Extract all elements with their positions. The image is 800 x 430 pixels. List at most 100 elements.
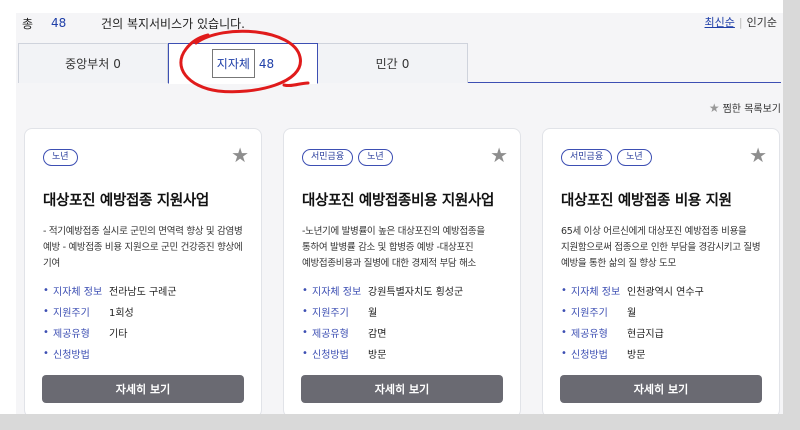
info-key: 신청방법 <box>53 350 90 361</box>
info-row-region: • 지자체 정보 강원특별자치도 횡성군 <box>302 280 510 301</box>
dot-bullet-icon: • <box>302 306 308 317</box>
tab-label: 민간 <box>375 57 398 71</box>
dot-bullet-icon: • <box>43 327 49 338</box>
view-detail-button[interactable]: 자세히 보기 <box>42 375 244 403</box>
dot-bullet-icon: • <box>43 306 49 317</box>
info-row-region: • 지자체 정보 인천광역시 연수구 <box>561 280 769 301</box>
info-key: 지원주기 <box>312 308 349 319</box>
tab-label: 지자체 <box>211 49 255 78</box>
category-tag: 노년 <box>617 149 652 166</box>
frame-top <box>0 0 800 13</box>
info-value: 기타 <box>109 329 128 340</box>
category-tag: 노년 <box>358 149 393 166</box>
sort-newest-link[interactable]: 최신순 <box>705 14 735 30</box>
card-description: - 적기예방접종 실시로 군민의 면역력 향상 및 감염병 예방 - 예방접종 … <box>43 226 243 269</box>
dot-bullet-icon: • <box>302 327 308 338</box>
dot-bullet-icon: • <box>561 285 567 296</box>
tab-count: 48 <box>258 56 275 71</box>
dot-bullet-icon: • <box>561 327 567 338</box>
card-info: • 지자체 정보 전라남도 구례군 • 지원주기 1회성 • 제공유형 기타 •… <box>43 280 251 364</box>
favorite-star-icon[interactable]: ★ <box>490 145 508 165</box>
total-count: 48 <box>51 16 67 30</box>
category-tag: 노년 <box>43 149 78 166</box>
card-description: 65세 이상 어르신에게 대상포진 예방접종 비용을 지원함으로써 접종으로 인… <box>561 226 761 269</box>
view-detail-button[interactable]: 자세히 보기 <box>560 375 762 403</box>
service-card: 서민금융 노년 ★ 대상포진 예방접종 비용 지원 65세 이상 어르신에게 대… <box>542 128 780 414</box>
frame-right <box>783 0 800 430</box>
info-row-type: • 제공유형 현금지급 <box>561 322 769 343</box>
card-title: 대상포진 예방접종비용 지원사업 <box>302 193 495 209</box>
info-value: 현금지급 <box>627 329 664 340</box>
category-tag: 서민금융 <box>302 149 354 166</box>
info-value: 감면 <box>368 329 387 340</box>
info-value: 강원특별자치도 횡성군 <box>368 287 464 298</box>
frame-left <box>0 0 16 430</box>
category-tabs: 중앙부처 0 지자체 48 민간 0 <box>18 43 781 84</box>
service-card: 노년 ★ 대상포진 예방접종 지원사업 - 적기예방접종 실시로 군민의 면역력… <box>24 128 262 414</box>
result-count-line: 총 48 건의 복지서비스가 있습니다. <box>22 14 245 32</box>
dot-bullet-icon: • <box>43 285 49 296</box>
tab-count: 0 <box>113 56 121 71</box>
favorite-star-icon[interactable]: ★ <box>749 145 767 165</box>
info-row-apply: • 신청방법 방문 <box>561 343 769 364</box>
dot-bullet-icon: • <box>561 306 567 317</box>
tabs-spacer <box>468 43 781 82</box>
info-row-apply: • 신청방법 <box>43 343 251 364</box>
info-key: 지원주기 <box>53 308 90 319</box>
info-row-cycle: • 지원주기 1회성 <box>43 301 251 322</box>
favorites-list-link[interactable]: ★ 찜한 목록보기 <box>708 100 781 116</box>
card-tags: 노년 <box>43 149 78 166</box>
info-key: 지자체 정보 <box>53 287 103 298</box>
card-tags: 서민금융 노년 <box>561 149 652 166</box>
info-row-type: • 제공유형 기타 <box>43 322 251 343</box>
info-row-cycle: • 지원주기 월 <box>302 301 510 322</box>
service-card: 서민금융 노년 ★ 대상포진 예방접종비용 지원사업 -노년기에 발병률이 높은… <box>283 128 521 414</box>
info-row-cycle: • 지원주기 월 <box>561 301 769 322</box>
star-icon: ★ <box>708 100 720 115</box>
sort-separator: | <box>738 15 743 29</box>
dot-bullet-icon: • <box>302 348 308 359</box>
sort-popular-link[interactable]: 인기순 <box>747 14 777 30</box>
info-value: 월 <box>368 308 378 319</box>
dot-bullet-icon: • <box>561 348 567 359</box>
info-value: 인천광역시 연수구 <box>627 287 704 298</box>
info-key: 지자체 정보 <box>312 287 362 298</box>
category-tag: 서민금융 <box>561 149 613 166</box>
frame-bottom <box>0 414 800 430</box>
info-value: 전라남도 구례군 <box>109 287 177 298</box>
card-tags: 서민금융 노년 <box>302 149 393 166</box>
card-title: 대상포진 예방접종 지원사업 <box>43 193 209 209</box>
count-suffix: 건의 복지서비스가 있습니다. <box>101 16 245 31</box>
info-key: 신청방법 <box>312 350 349 361</box>
sort-options: 최신순 | 인기순 <box>705 14 777 30</box>
favorites-link-label: 찜한 목록보기 <box>722 104 781 115</box>
tab-private[interactable]: 민간 0 <box>318 43 468 83</box>
dot-bullet-icon: • <box>43 348 49 359</box>
tab-local-government[interactable]: 지자체 48 <box>168 43 318 84</box>
tab-central-ministry[interactable]: 중앙부처 0 <box>18 43 168 83</box>
card-title: 대상포진 예방접종 비용 지원 <box>561 193 732 209</box>
favorite-star-icon[interactable]: ★ <box>231 145 249 165</box>
info-key: 지자체 정보 <box>571 287 621 298</box>
info-key: 지원주기 <box>571 308 608 319</box>
info-key: 제공유형 <box>312 329 349 340</box>
info-value: 1회성 <box>109 308 134 319</box>
info-value: 방문 <box>627 350 646 361</box>
tab-count: 0 <box>401 56 410 71</box>
tab-label: 중앙부처 <box>65 57 110 71</box>
info-row-type: • 제공유형 감면 <box>302 322 510 343</box>
info-value: 방문 <box>368 350 387 361</box>
view-detail-button[interactable]: 자세히 보기 <box>301 375 503 403</box>
welfare-service-list: 총 48 건의 복지서비스가 있습니다. 최신순 | 인기순 중앙부처 0 지자… <box>16 13 783 414</box>
info-value: 월 <box>627 308 637 319</box>
dot-bullet-icon: • <box>302 285 308 296</box>
info-key: 제공유형 <box>571 329 608 340</box>
info-row-region: • 지자체 정보 전라남도 구례군 <box>43 280 251 301</box>
info-key: 신청방법 <box>571 350 608 361</box>
card-info: • 지자체 정보 강원특별자치도 횡성군 • 지원주기 월 • 제공유형 감면 … <box>302 280 510 364</box>
card-description: -노년기에 발병률이 높은 대상포진의 예방접종을 통하여 발병률 감소 및 합… <box>302 226 485 269</box>
card-info: • 지자체 정보 인천광역시 연수구 • 지원주기 월 • 제공유형 현금지급 … <box>561 280 769 364</box>
total-label: 총 <box>22 16 34 31</box>
info-key: 제공유형 <box>53 329 90 340</box>
info-row-apply: • 신청방법 방문 <box>302 343 510 364</box>
